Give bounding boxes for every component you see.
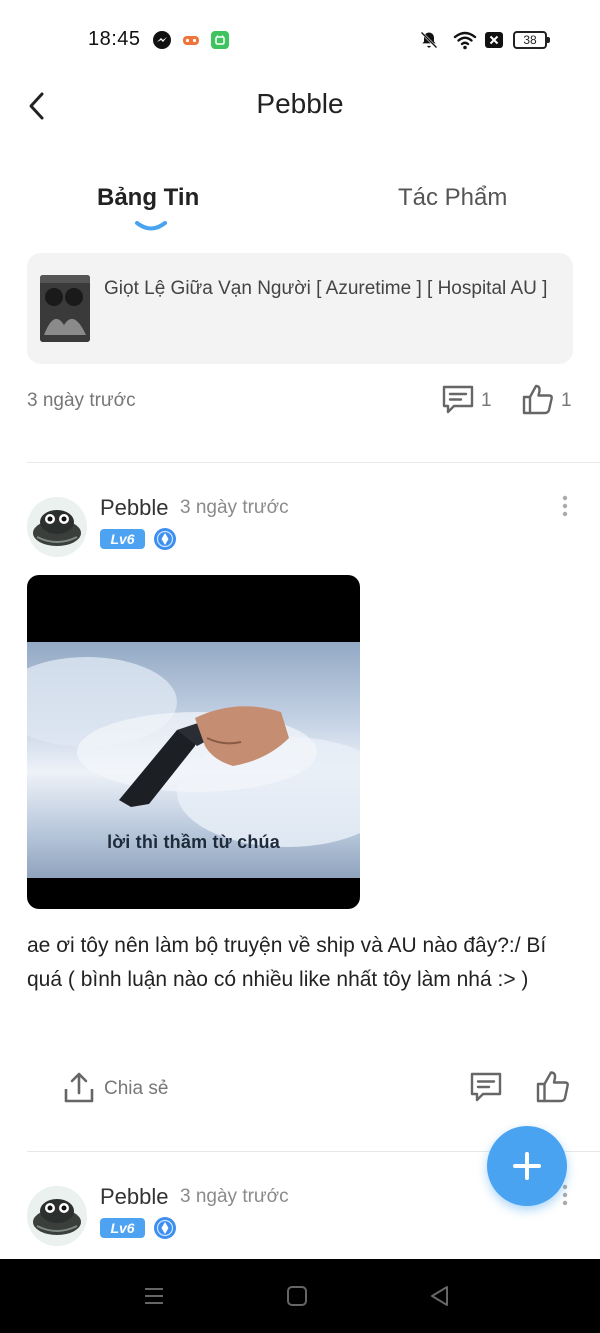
- no-sim-icon: [485, 32, 503, 48]
- level-badge: Lv6: [100, 1218, 145, 1238]
- author-name[interactable]: Pebble: [100, 1184, 169, 1210]
- tab-tac-pham[interactable]: Tác Phẩm: [398, 184, 507, 212]
- level-badge: Lv6: [100, 529, 145, 549]
- post-image[interactable]: lời thì thầm từ chúa: [27, 575, 360, 909]
- system-nav-bar: [0, 1259, 600, 1333]
- author-name[interactable]: Pebble: [100, 495, 169, 521]
- avatar[interactable]: [27, 497, 87, 557]
- story-cover-thumbnail: [40, 275, 90, 342]
- post-time: 3 ngày trước: [180, 1186, 289, 1207]
- avatar[interactable]: [27, 1186, 87, 1246]
- share-icon: [64, 1072, 94, 1103]
- gem-badge-icon: [154, 528, 176, 550]
- comment-count: 1: [481, 390, 492, 411]
- create-post-button[interactable]: [487, 1126, 567, 1206]
- wifi-icon: [453, 31, 477, 50]
- app-store-icon: [211, 31, 229, 49]
- messenger-icon: [153, 31, 171, 49]
- post-text: ae ơi tôy nên làm bộ truyện về ship và A…: [27, 934, 547, 991]
- mute-icon: [420, 31, 438, 49]
- post-image-scene: lời thì thầm từ chúa: [27, 642, 360, 878]
- share-label: Chia sẻ: [104, 1078, 169, 1099]
- more-options-icon[interactable]: [555, 494, 575, 518]
- status-time: 18:45: [88, 28, 141, 50]
- home-icon[interactable]: [284, 1283, 310, 1309]
- post-image-caption: lời thì thầm từ chúa: [107, 832, 280, 852]
- post-time: 3 ngày trước: [180, 497, 289, 518]
- status-bar: 18:45 38: [0, 0, 600, 80]
- active-tab-indicator: [135, 221, 167, 231]
- shared-story-card[interactable]: Giọt Lệ Giữa Vạn Người [ Azuretime ] [ H…: [27, 253, 573, 364]
- story-post-time: 3 ngày trước: [27, 390, 136, 411]
- game-controller-icon: [183, 36, 199, 45]
- comment-icon[interactable]: [441, 384, 475, 416]
- post-like-icon[interactable]: [535, 1069, 571, 1105]
- like-icon[interactable]: [521, 383, 555, 416]
- like-count: 1: [561, 390, 572, 411]
- gem-badge-icon: [154, 1217, 176, 1239]
- feed-divider: [27, 462, 600, 463]
- story-title: Giọt Lệ Giữa Vạn Người [ Azuretime ] [ H…: [104, 278, 548, 299]
- battery-icon: 38: [513, 31, 550, 49]
- back-triangle-icon[interactable]: [427, 1283, 453, 1309]
- tab-bang-tin[interactable]: Bảng Tin: [97, 184, 199, 212]
- post-comment-icon[interactable]: [469, 1071, 503, 1105]
- page-title: Pebble: [256, 88, 344, 119]
- menu-icon[interactable]: [141, 1283, 167, 1309]
